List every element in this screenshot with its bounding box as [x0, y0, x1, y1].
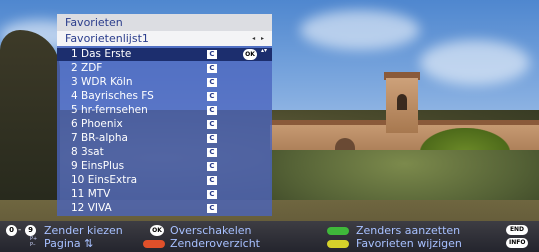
- channel-row[interactable]: 3 WDR Köln C: [57, 76, 272, 89]
- channel-name: 7 BR-alpha: [71, 132, 128, 144]
- channel-type-badge: C: [207, 190, 217, 199]
- channel-row[interactable]: 7 BR-alpha C: [57, 132, 272, 145]
- list-switch-arrows-icon[interactable]: ◂ ▸: [252, 31, 266, 46]
- zenderoverzicht-label: Zenderoverzicht: [170, 237, 260, 250]
- channel-row[interactable]: 11 MTV C: [57, 188, 272, 201]
- channel-row[interactable]: 1 Das Erste C OK ▴▾: [57, 47, 272, 61]
- ok-key-icon[interactable]: OK: [150, 225, 164, 236]
- zender-kiezen-label: Zender kiezen: [44, 224, 123, 237]
- pagina-label: Pagina ⇅: [44, 237, 94, 250]
- bell-tower-window: [397, 94, 407, 110]
- channel-name: 10 EinsExtra: [71, 174, 138, 186]
- green-key-icon[interactable]: [327, 227, 349, 235]
- channel-row[interactable]: 9 EinsPlus C: [57, 160, 272, 173]
- end-key-icon[interactable]: END: [506, 225, 528, 235]
- channel-type-badge: C: [207, 92, 217, 101]
- channel-name: 6 Phoenix: [71, 118, 123, 130]
- channel-list: 1 Das Erste C OK ▴▾ 2 ZDF C 3 WDR Köln C…: [57, 46, 272, 216]
- help-bar: 0 - 9 Zender kiezen P+ P– Pagina ⇅ OK Ov…: [0, 221, 539, 252]
- channel-row[interactable]: 5 hr-fernsehen C: [57, 104, 272, 117]
- channel-type-badge: C: [207, 50, 217, 59]
- channel-type-badge: C: [207, 162, 217, 171]
- channel-name: 2 ZDF: [71, 62, 103, 74]
- channel-type-badge: C: [207, 176, 217, 185]
- channel-type-badge: C: [207, 106, 217, 115]
- channel-type-badge: C: [207, 64, 217, 73]
- channel-type-badge: C: [207, 134, 217, 143]
- channel-row[interactable]: 4 Bayrisches FS C: [57, 90, 272, 103]
- favorites-list-name: Favorietenlijst1: [65, 32, 149, 45]
- channel-name: 1 Das Erste: [71, 48, 132, 60]
- page-down-key-icon[interactable]: P–: [30, 243, 36, 248]
- channel-type-badge: C: [207, 78, 217, 87]
- scroll-arrows-icon: ▴▾: [261, 47, 268, 54]
- menu-title: Favorieten: [57, 14, 272, 31]
- favorieten-wijzigen-label: Favorieten wijzigen: [356, 237, 462, 250]
- channel-type-badge: C: [207, 120, 217, 129]
- channel-name: 5 hr-fernsehen: [71, 104, 148, 116]
- channel-name: 4 Bayrisches FS: [71, 90, 154, 102]
- channel-name: 12 VIVA: [71, 202, 112, 214]
- cloud: [300, 10, 420, 50]
- favorites-menu: Favorieten Favorietenlijst1 ◂ ▸ 1 Das Er…: [57, 14, 272, 216]
- key-0-icon[interactable]: 0: [6, 225, 17, 236]
- channel-row[interactable]: 8 3sat C: [57, 146, 272, 159]
- channel-name: 3 WDR Köln: [71, 76, 133, 88]
- channel-row[interactable]: 6 Phoenix C: [57, 118, 272, 131]
- yellow-key-icon[interactable]: [327, 240, 349, 248]
- favorites-list-selector[interactable]: Favorietenlijst1 ◂ ▸: [57, 31, 272, 46]
- channel-name: 11 MTV: [71, 188, 111, 200]
- ok-key-icon: OK: [243, 49, 257, 60]
- key-9-icon[interactable]: 9: [25, 225, 36, 236]
- channel-row[interactable]: 10 EinsExtra C: [57, 174, 272, 187]
- channel-type-badge: C: [207, 148, 217, 157]
- channel-type-badge: C: [207, 204, 217, 213]
- channel-name: 9 EinsPlus: [71, 160, 125, 172]
- channel-row[interactable]: 2 ZDF C: [57, 62, 272, 75]
- zenders-aanzetten-label: Zenders aanzetten: [356, 224, 461, 237]
- channel-row[interactable]: 12 VIVA C: [57, 202, 272, 215]
- red-key-icon[interactable]: [143, 240, 165, 248]
- cloud: [420, 40, 530, 85]
- channel-name: 8 3sat: [71, 146, 104, 158]
- info-key-icon[interactable]: INFO: [506, 238, 528, 248]
- key-range-dash: -: [18, 225, 22, 235]
- overschakelen-label: Overschakelen: [170, 224, 252, 237]
